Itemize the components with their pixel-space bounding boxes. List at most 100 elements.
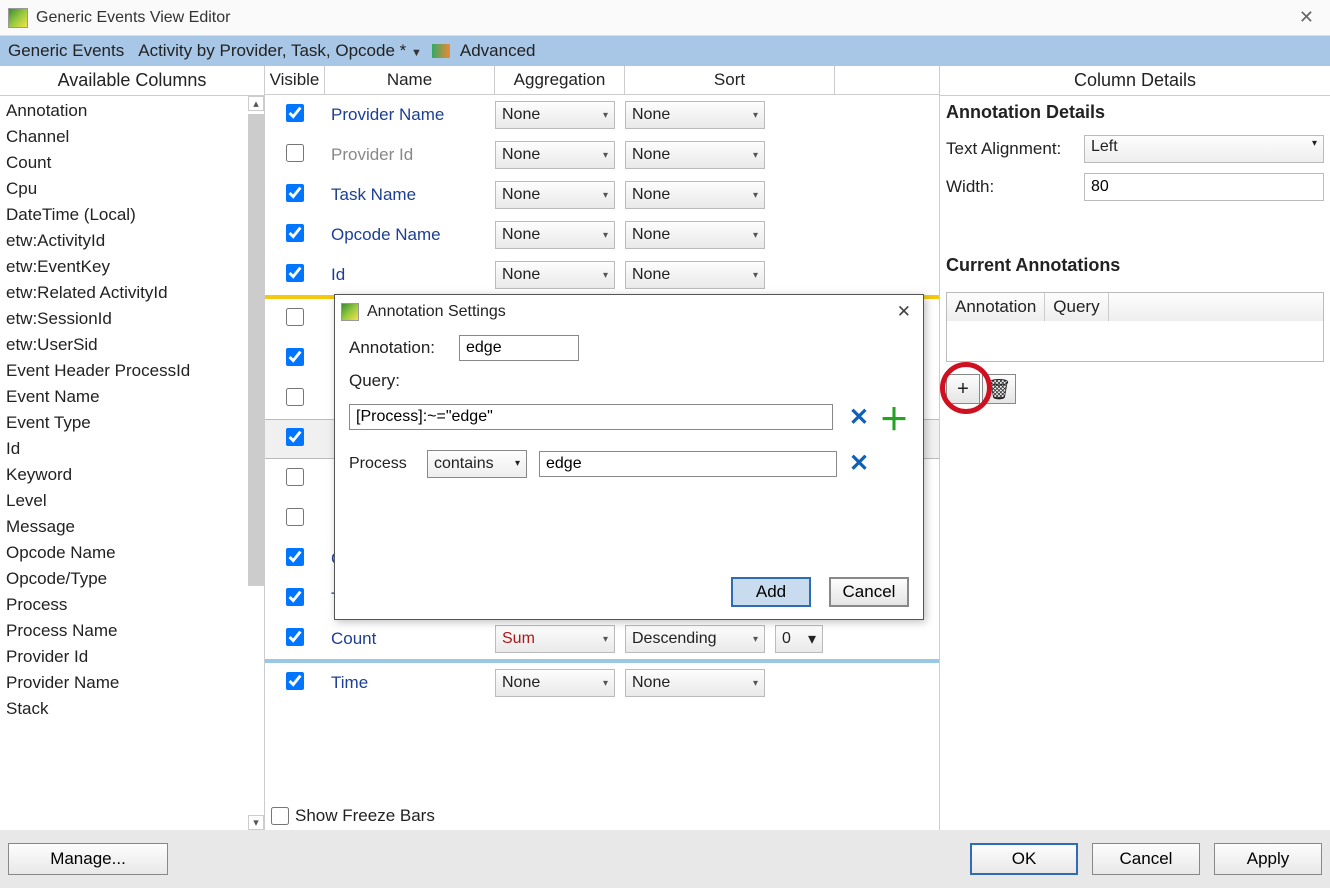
aggregation-dropdown[interactable]: None▾	[495, 261, 615, 289]
aggregation-dropdown[interactable]: None▾	[495, 221, 615, 249]
visible-checkbox[interactable]	[286, 388, 304, 406]
sort-priority-dropdown[interactable]: 0▾	[775, 625, 823, 653]
sort-dropdown[interactable]: None▾	[625, 181, 765, 209]
table-row[interactable]: TimeNone▾None▾	[265, 663, 939, 703]
list-item[interactable]: Opcode Name	[4, 540, 260, 566]
show-freeze-checkbox[interactable]	[271, 807, 289, 825]
list-item[interactable]: etw:Related ActivityId	[4, 280, 260, 306]
list-item[interactable]: etw:UserSid	[4, 332, 260, 358]
table-row[interactable]: Opcode NameNone▾None▾	[265, 215, 939, 255]
annotation-buttons: + 🗑	[940, 368, 1330, 410]
list-item[interactable]: Process Name	[4, 618, 260, 644]
condition-operator-value: contains	[434, 455, 494, 473]
visible-checkbox[interactable]	[286, 548, 304, 566]
list-item[interactable]: Event Type	[4, 410, 260, 436]
annotations-col-query[interactable]: Query	[1045, 293, 1108, 321]
table-row[interactable]: Provider NameNone▾None▾	[265, 95, 939, 135]
clear-query-icon[interactable]: ✕	[849, 403, 869, 432]
add-annotation-button[interactable]: +	[946, 374, 980, 404]
menu-generic-events[interactable]: Generic Events	[4, 39, 128, 63]
scroll-down-icon[interactable]: ▾	[248, 815, 264, 830]
list-item[interactable]: Opcode/Type	[4, 566, 260, 592]
list-item[interactable]: Count	[4, 150, 260, 176]
delete-annotation-button[interactable]: 🗑	[982, 374, 1016, 404]
list-item[interactable]: Cpu	[4, 176, 260, 202]
scroll-up-icon[interactable]: ▴	[248, 96, 264, 111]
apply-button[interactable]: Apply	[1214, 843, 1322, 875]
col-visible[interactable]: Visible	[265, 66, 325, 94]
manage-button[interactable]: Manage...	[8, 843, 168, 875]
col-sort[interactable]: Sort	[625, 66, 835, 94]
close-icon[interactable]: ✕	[1287, 3, 1326, 32]
query-input[interactable]	[349, 404, 833, 430]
aggregation-dropdown[interactable]: None▾	[495, 101, 615, 129]
list-item[interactable]: Channel	[4, 124, 260, 150]
visible-checkbox[interactable]	[286, 628, 304, 646]
visible-checkbox[interactable]	[286, 468, 304, 486]
condition-operator-dropdown[interactable]: contains ▾	[427, 450, 527, 478]
list-item[interactable]: Event Name	[4, 384, 260, 410]
visible-checkbox[interactable]	[286, 508, 304, 526]
table-row[interactable]: Provider IdNone▾None▾	[265, 135, 939, 175]
col-aggregation[interactable]: Aggregation	[495, 66, 625, 94]
visible-checkbox[interactable]	[286, 672, 304, 690]
annotation-input[interactable]	[459, 335, 579, 361]
dialog-cancel-button[interactable]: Cancel	[829, 577, 909, 607]
table-row[interactable]: IdNone▾None▾	[265, 255, 939, 295]
preset-dropdown[interactable]: Activity by Provider, Task, Opcode * ▼	[134, 39, 426, 63]
list-item[interactable]: Message	[4, 514, 260, 540]
width-input[interactable]	[1084, 173, 1324, 201]
list-item[interactable]: Annotation	[4, 98, 260, 124]
add-condition-icon[interactable]: ＋	[879, 395, 909, 439]
list-item[interactable]: Process	[4, 592, 260, 618]
condition-value-input[interactable]	[539, 451, 837, 477]
annotation-settings-dialog: Annotation Settings ✕ Annotation: Query:…	[334, 294, 924, 620]
list-item[interactable]: Stack	[4, 696, 260, 722]
table-row[interactable]: CountSum▾Descending▾0▾	[265, 619, 939, 659]
annotations-col-annotation[interactable]: Annotation	[947, 293, 1045, 321]
visible-checkbox[interactable]	[286, 428, 304, 446]
list-item[interactable]: Level	[4, 488, 260, 514]
list-item[interactable]: Keyword	[4, 462, 260, 488]
visible-checkbox[interactable]	[286, 184, 304, 202]
sort-dropdown[interactable]: None▾	[625, 261, 765, 289]
list-item[interactable]: etw:SessionId	[4, 306, 260, 332]
sort-dropdown[interactable]: Descending▾	[625, 625, 765, 653]
visible-checkbox[interactable]	[286, 144, 304, 162]
sort-dropdown[interactable]: None▾	[625, 669, 765, 697]
list-item[interactable]: Provider Id	[4, 644, 260, 670]
aggregation-dropdown[interactable]: None▾	[495, 141, 615, 169]
sort-dropdown[interactable]: None▾	[625, 101, 765, 129]
text-align-label: Text Alignment:	[946, 139, 1076, 159]
list-item[interactable]: Event Header ProcessId	[4, 358, 260, 384]
text-align-dropdown[interactable]: Left ▾	[1084, 135, 1324, 163]
sort-dropdown[interactable]: None▾	[625, 221, 765, 249]
visible-checkbox[interactable]	[286, 104, 304, 122]
visible-checkbox[interactable]	[286, 264, 304, 282]
column-details-header: Column Details	[940, 66, 1330, 96]
aggregation-dropdown[interactable]: None▾	[495, 669, 615, 697]
col-name[interactable]: Name	[325, 66, 495, 94]
dialog-add-button[interactable]: Add	[731, 577, 811, 607]
list-item[interactable]: Provider Name	[4, 670, 260, 696]
list-item[interactable]: etw:ActivityId	[4, 228, 260, 254]
ok-button[interactable]: OK	[970, 843, 1078, 875]
close-icon[interactable]: ✕	[891, 300, 917, 324]
list-item[interactable]: Id	[4, 436, 260, 462]
visible-checkbox[interactable]	[286, 348, 304, 366]
visible-checkbox[interactable]	[286, 308, 304, 326]
app-icon	[341, 303, 359, 321]
table-row[interactable]: Task NameNone▾None▾	[265, 175, 939, 215]
visible-checkbox[interactable]	[286, 588, 304, 606]
advanced-button[interactable]: Advanced	[456, 39, 540, 63]
list-item[interactable]: DateTime (Local)	[4, 202, 260, 228]
aggregation-dropdown[interactable]: Sum▾	[495, 625, 615, 653]
aggregation-dropdown[interactable]: None▾	[495, 181, 615, 209]
remove-condition-icon[interactable]: ✕	[849, 449, 869, 478]
cancel-button[interactable]: Cancel	[1092, 843, 1200, 875]
sort-dropdown[interactable]: None▾	[625, 141, 765, 169]
list-item[interactable]: etw:EventKey	[4, 254, 260, 280]
visible-checkbox[interactable]	[286, 224, 304, 242]
scrollbar-thumb[interactable]	[248, 114, 264, 586]
annotations-table: Annotation Query	[946, 292, 1324, 362]
